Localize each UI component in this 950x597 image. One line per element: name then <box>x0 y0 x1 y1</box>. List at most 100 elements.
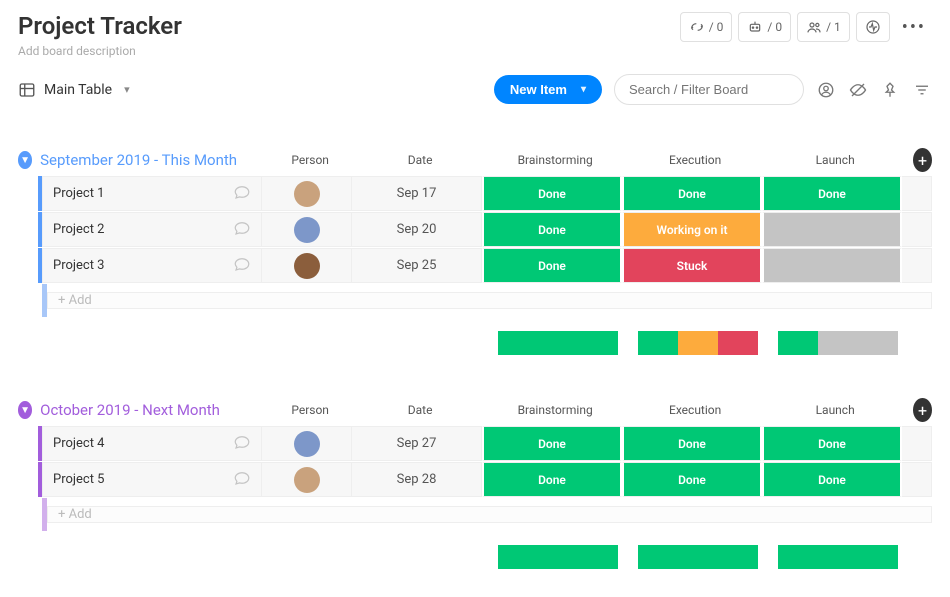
column-header-person[interactable]: Person <box>265 403 355 417</box>
status-cell[interactable]: Done <box>622 176 762 211</box>
status-cell[interactable]: Done <box>622 426 762 461</box>
date-cell[interactable]: Sep 20 <box>352 212 482 247</box>
status-cell[interactable]: Done <box>482 248 622 283</box>
eye-off-icon <box>849 81 867 99</box>
column-header-execution[interactable]: Execution <box>625 153 765 167</box>
chat-icon[interactable] <box>233 219 251 241</box>
column-header-launch[interactable]: Launch <box>765 403 905 417</box>
summary-cell <box>768 331 908 355</box>
item-name[interactable]: Project 5 <box>53 472 105 487</box>
person-cell[interactable] <box>262 248 352 283</box>
chat-icon[interactable] <box>233 183 251 205</box>
row-tail <box>902 212 932 247</box>
board-title[interactable]: Project Tracker <box>18 12 182 40</box>
column-header-brainstorming[interactable]: Brainstorming <box>485 153 625 167</box>
more-options-button[interactable]: ••• <box>896 17 932 38</box>
summary-cell <box>488 331 628 355</box>
person-cell[interactable] <box>262 462 352 497</box>
column-header-execution[interactable]: Execution <box>625 403 765 417</box>
new-item-button[interactable]: New Item ▾ <box>494 75 602 104</box>
pin-icon <box>881 81 899 99</box>
group-collapse-toggle[interactable]: ▼ <box>18 151 32 169</box>
item-name[interactable]: Project 3 <box>53 258 105 273</box>
person-cell[interactable] <box>262 212 352 247</box>
add-column-button[interactable]: + <box>913 398 932 422</box>
item-name[interactable]: Project 4 <box>53 436 105 451</box>
table-row[interactable]: Project 3 Sep 25DoneStuck <box>18 247 932 283</box>
search-input[interactable] <box>614 74 804 105</box>
view-selector[interactable]: Main Table ▾ <box>18 81 130 99</box>
status-cell[interactable]: Done <box>762 176 902 211</box>
status-cell[interactable]: Done <box>482 176 622 211</box>
automation-icon <box>689 19 705 35</box>
table-row[interactable]: Project 1Sep 17DoneDoneDone <box>18 175 932 211</box>
item-name[interactable]: Project 2 <box>53 222 105 237</box>
person-cell[interactable] <box>262 176 352 211</box>
view-label: Main Table <box>44 82 112 98</box>
date-cell[interactable]: Sep 25 <box>352 248 482 283</box>
group-summary <box>18 331 932 355</box>
group-title[interactable]: October 2019 - Next Month <box>40 401 220 419</box>
row-tail <box>902 462 932 497</box>
status-cell[interactable] <box>762 212 902 247</box>
activity-button[interactable] <box>856 12 890 42</box>
table-row[interactable]: Project 5Sep 28DoneDoneDone <box>18 461 932 497</box>
summary-cell <box>768 545 908 569</box>
column-header-brainstorming[interactable]: Brainstorming <box>485 403 625 417</box>
chat-icon[interactable] <box>233 469 251 491</box>
add-item-row[interactable]: + Add <box>18 283 932 317</box>
date-cell[interactable]: Sep 28 <box>352 462 482 497</box>
status-cell[interactable]: Working on it <box>622 212 762 247</box>
person-icon <box>817 81 835 99</box>
item-name[interactable]: Project 1 <box>53 186 105 201</box>
group: ▼ September 2019 - This Month PersonDateBr… <box>18 145 932 355</box>
column-header-date[interactable]: Date <box>355 153 485 167</box>
status-cell[interactable]: Done <box>622 462 762 497</box>
person-cell[interactable] <box>262 426 352 461</box>
status-cell[interactable]: Done <box>482 212 622 247</box>
column-header-person[interactable]: Person <box>265 153 355 167</box>
summary-segment <box>498 331 618 355</box>
people-icon <box>806 19 822 35</box>
status-cell[interactable]: Done <box>762 462 902 497</box>
summary-cell <box>628 331 768 355</box>
date-cell[interactable]: Sep 27 <box>352 426 482 461</box>
activity-icon <box>865 19 881 35</box>
integrations-button[interactable]: / 0 <box>738 12 791 42</box>
column-header-launch[interactable]: Launch <box>765 153 905 167</box>
avatar <box>294 467 320 493</box>
board-description[interactable]: Add board description <box>18 44 182 58</box>
person-filter-button[interactable] <box>816 80 836 100</box>
status-cell[interactable] <box>762 248 902 283</box>
summary-segment <box>678 331 718 355</box>
status-cell[interactable]: Done <box>762 426 902 461</box>
members-button[interactable]: / 1 <box>797 12 850 42</box>
avatar <box>294 217 320 243</box>
avatar <box>294 181 320 207</box>
automations-button[interactable]: / 0 <box>680 12 733 42</box>
chat-icon[interactable] <box>233 433 251 455</box>
table-row[interactable]: Project 4Sep 27DoneDoneDone <box>18 425 932 461</box>
group-collapse-toggle[interactable]: ▼ <box>18 401 32 419</box>
summary-segment <box>778 331 818 355</box>
chat-icon[interactable] <box>233 255 251 277</box>
group-title[interactable]: September 2019 - This Month <box>40 151 237 169</box>
status-cell[interactable]: Done <box>482 426 622 461</box>
column-header-date[interactable]: Date <box>355 403 485 417</box>
filter-button[interactable] <box>912 80 932 100</box>
summary-segment <box>718 331 758 355</box>
robot-icon <box>747 19 763 35</box>
date-cell[interactable]: Sep 17 <box>352 176 482 211</box>
hide-columns-button[interactable] <box>848 80 868 100</box>
table-row[interactable]: Project 2 Sep 20DoneWorking on it <box>18 211 932 247</box>
summary-segment <box>638 331 678 355</box>
pin-button[interactable] <box>880 80 900 100</box>
add-item-row[interactable]: + Add <box>18 497 932 531</box>
add-column-button[interactable]: + <box>913 148 932 172</box>
summary-segment <box>498 545 618 569</box>
status-cell[interactable]: Stuck <box>622 248 762 283</box>
filter-icon <box>913 81 931 99</box>
row-tail <box>902 426 932 461</box>
status-cell[interactable]: Done <box>482 462 622 497</box>
new-item-label: New Item <box>510 82 567 97</box>
